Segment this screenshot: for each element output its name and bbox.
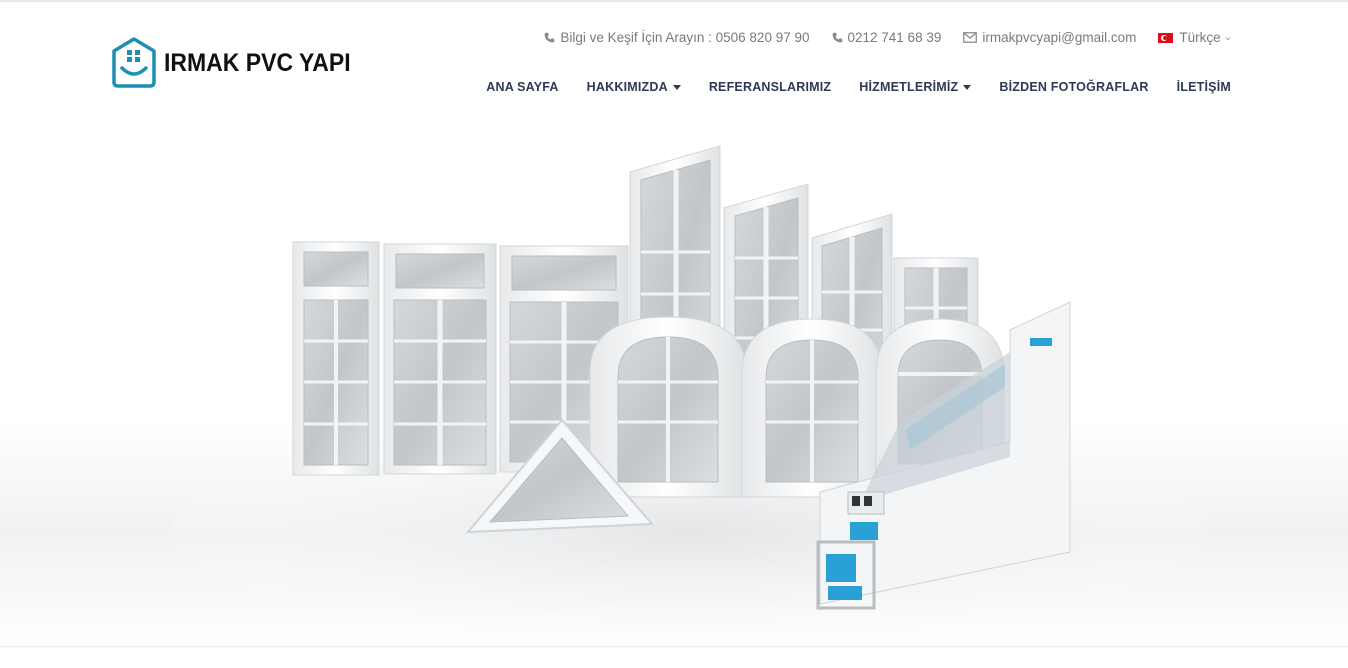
- caret-down-icon: [963, 84, 972, 90]
- nav-item-hizmetlerimiz[interactable]: HİZMETLERİMİZ: [859, 80, 972, 94]
- site-header: IRMAK PVC YAPI Bilgi ve Keşif İçin Arayı…: [0, 2, 1348, 112]
- chevron-down-icon: ⌄: [1223, 32, 1232, 43]
- contact-email[interactable]: irmakpvcyapi@gmail.com: [963, 30, 1136, 45]
- hero-banner: [0, 112, 1348, 646]
- house-smile-logo-icon: [112, 37, 156, 88]
- nav-label: HAKKIMIZDA: [586, 80, 668, 94]
- nav-item-referanslarimiz[interactable]: REFERANSLARIMIZ: [709, 80, 831, 94]
- window-1: [292, 241, 380, 476]
- phone-icon: [832, 32, 842, 43]
- nav-label: ANA SAYFA: [486, 80, 559, 94]
- nav-item-iletisim[interactable]: İLETİŞİM: [1177, 80, 1231, 94]
- brand-name: IRMAK PVC YAPI: [164, 48, 351, 77]
- envelope-icon: [963, 32, 978, 43]
- window-2: [383, 243, 497, 475]
- nav-item-hakkimizda[interactable]: HAKKIMIZDA: [587, 80, 681, 94]
- caret-down-icon: [672, 84, 681, 90]
- phone-label: Bilgi ve Keşif İçin Arayın : 0506 820 97…: [560, 30, 810, 45]
- nav-item-ana-sayfa[interactable]: ANA SAYFA: [486, 80, 558, 94]
- contact-bar: Bilgi ve Keşif İçin Arayın : 0506 820 97…: [544, 30, 1232, 45]
- nav-label: İLETİŞİM: [1176, 80, 1231, 94]
- phone-icon: [545, 32, 555, 43]
- arched-window-1: [589, 316, 747, 498]
- hero-bottom-border: [0, 646, 1348, 647]
- pvc-windows-illustration: [0, 145, 1348, 646]
- contact-phone[interactable]: Bilgi ve Keşif İçin Arayın : 0506 820 97…: [544, 30, 810, 45]
- flag-tr-icon: [1158, 32, 1174, 43]
- main-nav: ANA SAYFA HAKKIMIZDA REFERANSLARIMIZ HİZ…: [486, 80, 1231, 94]
- email-label: irmakpvcyapi@gmail.com: [982, 30, 1137, 45]
- nav-label: HİZMETLERİMİZ: [859, 80, 959, 94]
- arched-window-2: [741, 318, 883, 498]
- phone2-label: 0212 741 68 39: [847, 30, 942, 45]
- site-logo[interactable]: IRMAK PVC YAPI: [110, 36, 367, 90]
- nav-item-bizden-fotograflar[interactable]: BİZDEN FOTOĞRAFLAR: [999, 80, 1148, 94]
- language-label: Türkçe: [1179, 30, 1221, 45]
- nav-label: REFERANSLARIMIZ: [708, 80, 832, 94]
- language-selector[interactable]: Türkçe ⌄: [1158, 30, 1232, 45]
- contact-phone-2[interactable]: 0212 741 68 39: [832, 30, 942, 45]
- nav-label: BİZDEN FOTOĞRAFLAR: [999, 80, 1149, 94]
